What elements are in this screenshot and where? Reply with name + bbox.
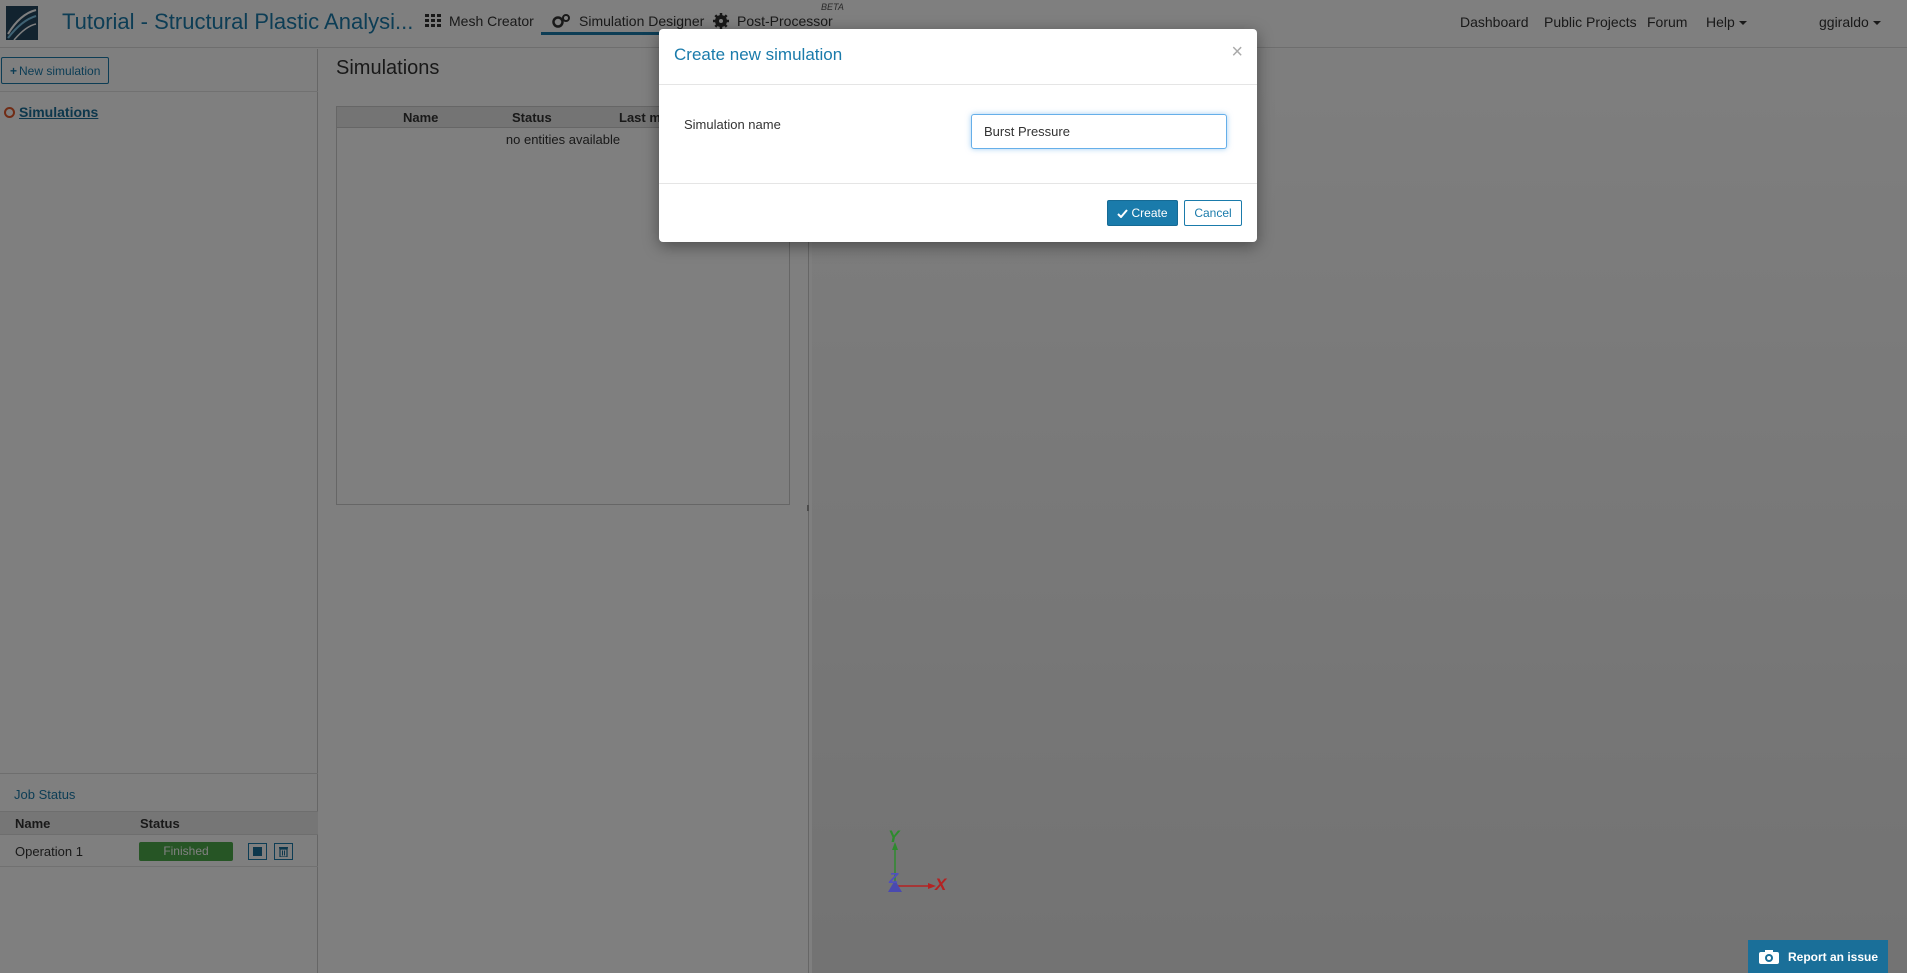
axis-label-y: Y	[888, 827, 900, 846]
axis-label-z: Z	[889, 870, 899, 887]
close-icon[interactable]: ×	[1231, 41, 1243, 64]
cancel-button[interactable]: Cancel	[1184, 200, 1242, 226]
simulation-name-label: Simulation name	[684, 117, 781, 132]
cancel-button-label: Cancel	[1194, 206, 1232, 220]
report-issue-button[interactable]: Report an issue	[1748, 940, 1888, 973]
dialog-header-divider	[659, 84, 1257, 85]
camera-icon	[1758, 949, 1779, 964]
check-icon	[1117, 208, 1129, 218]
axis-label-x: X	[935, 875, 947, 894]
report-issue-label: Report an issue	[1787, 949, 1879, 964]
create-button[interactable]: Create	[1107, 200, 1178, 226]
create-simulation-dialog: Create new simulation × Simulation name …	[659, 29, 1257, 242]
simulation-name-input[interactable]	[971, 114, 1227, 149]
create-button-label: Create	[1131, 206, 1168, 220]
dialog-footer-divider	[659, 183, 1257, 184]
dialog-title: Create new simulation	[674, 45, 843, 64]
